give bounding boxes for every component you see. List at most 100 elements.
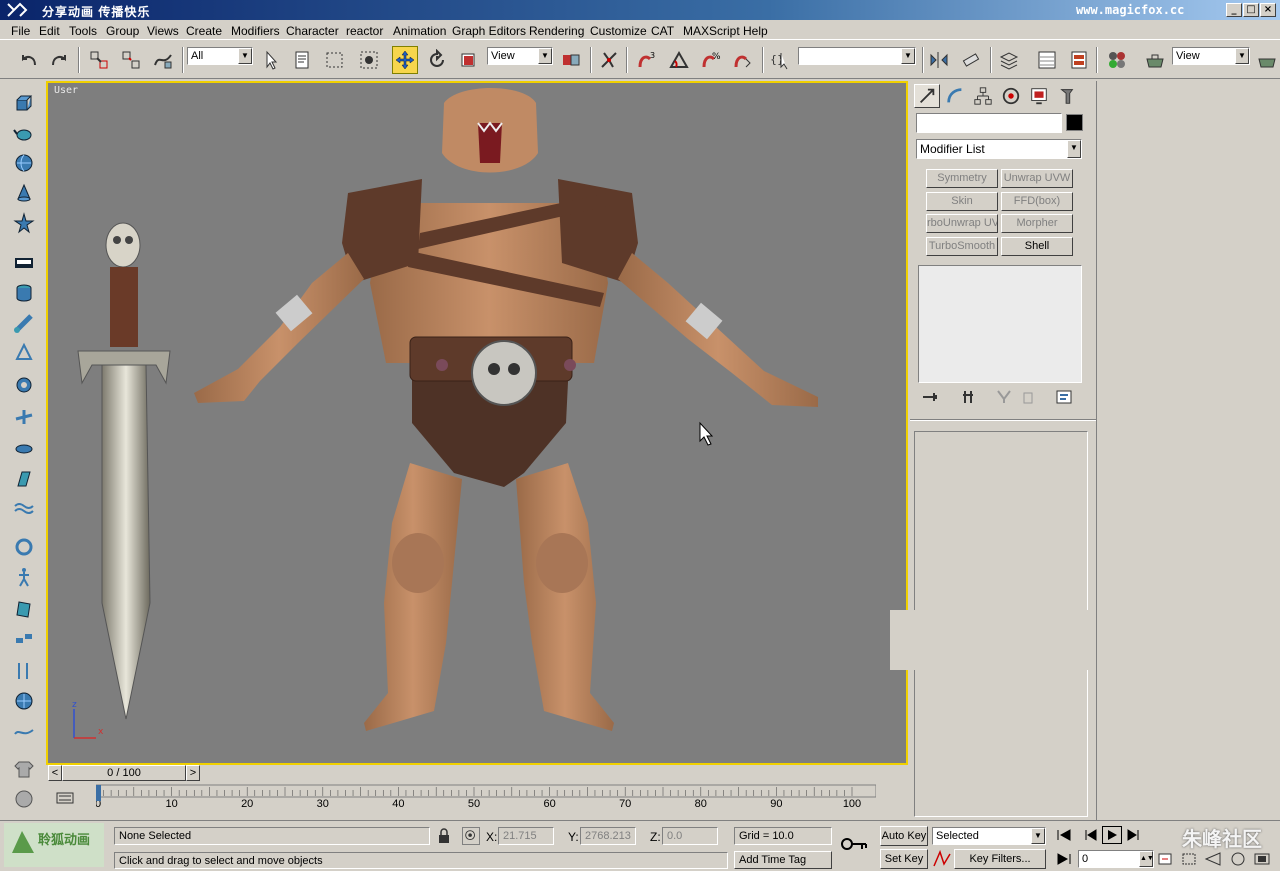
hierarchy-tab-icon[interactable] bbox=[970, 84, 996, 108]
select-object-icon[interactable] bbox=[258, 46, 284, 74]
select-and-move-icon[interactable] bbox=[392, 46, 418, 74]
curve-editor-icon[interactable] bbox=[1034, 46, 1060, 74]
menu-customize[interactable]: Customize bbox=[590, 24, 647, 38]
spotlight-icon[interactable] bbox=[10, 340, 38, 366]
go-to-end-icon[interactable] bbox=[1054, 851, 1074, 867]
shirt-icon[interactable] bbox=[10, 756, 38, 782]
menu-maxscript[interactable]: MAXScript bbox=[683, 24, 740, 38]
motion-tab-icon[interactable] bbox=[998, 84, 1024, 108]
extrude-icon[interactable] bbox=[10, 466, 38, 492]
menu-graph-editors[interactable]: Graph Editors bbox=[452, 24, 526, 38]
quick-render-icon[interactable] bbox=[1254, 46, 1280, 74]
modify-tab-icon[interactable] bbox=[942, 84, 968, 108]
key-mode-dropdown[interactable]: Selected ▼ bbox=[932, 827, 1046, 845]
menu-rendering[interactable]: Rendering bbox=[529, 24, 584, 38]
time-configuration-icon[interactable] bbox=[1156, 851, 1176, 867]
camera-icon[interactable] bbox=[10, 250, 38, 276]
wave-icon[interactable] bbox=[10, 496, 38, 522]
spline-icon[interactable] bbox=[10, 718, 38, 744]
utilities-tab-icon[interactable] bbox=[1054, 84, 1080, 108]
track-bar[interactable]: 0 10 20 30 40 50 60 70 80 90 100 bbox=[46, 783, 910, 813]
helper-gear-icon[interactable] bbox=[10, 372, 38, 398]
unlink-selection-icon[interactable] bbox=[118, 46, 144, 74]
create-tab-icon[interactable] bbox=[914, 84, 940, 108]
display-tab-icon[interactable] bbox=[1026, 84, 1052, 108]
select-and-scale-icon[interactable] bbox=[456, 46, 482, 74]
set-key-button[interactable]: Set Key bbox=[880, 849, 928, 869]
menu-cat[interactable]: CAT bbox=[651, 24, 674, 38]
pivot-point-icon[interactable] bbox=[558, 46, 584, 74]
maximize-button[interactable]: □ bbox=[1243, 3, 1259, 17]
menu-create[interactable]: Create bbox=[186, 24, 222, 38]
mini-curve-editor-icon[interactable] bbox=[54, 787, 76, 809]
select-and-manipulate-icon[interactable] bbox=[596, 46, 622, 74]
mirror-icon[interactable] bbox=[926, 46, 952, 74]
schematic-view-icon[interactable] bbox=[1066, 46, 1092, 74]
pin-stack-icon[interactable] bbox=[920, 389, 940, 405]
z-coord-field[interactable]: 0.0 bbox=[662, 827, 718, 845]
box-primitive-icon[interactable] bbox=[10, 90, 38, 116]
modifier-ffd-box-button[interactable]: FFD(box) bbox=[1001, 192, 1073, 211]
layer-manager-icon[interactable] bbox=[996, 46, 1022, 74]
current-frame-field[interactable]: 0 ▲▼ bbox=[1078, 850, 1154, 868]
dynamics-icon[interactable] bbox=[10, 688, 38, 714]
play-animation-icon[interactable] bbox=[1102, 826, 1122, 844]
auto-key-button[interactable]: Auto Key bbox=[880, 826, 928, 846]
edit-named-selection-icon[interactable]: {} bbox=[767, 46, 793, 74]
monster-character-model[interactable] bbox=[194, 88, 818, 731]
make-unique-icon[interactable] bbox=[994, 389, 1014, 405]
time-slider-thumb[interactable]: 0 / 100 bbox=[62, 765, 186, 781]
modifier-morpher-button[interactable]: Morpher bbox=[1001, 214, 1073, 233]
modifier-skin-button[interactable]: Skin bbox=[926, 192, 998, 211]
modifier-symmetry-button[interactable]: Symmetry bbox=[926, 169, 998, 188]
modifier-stack-list[interactable] bbox=[918, 265, 1082, 383]
lock-selection-icon[interactable] bbox=[437, 828, 451, 844]
render-scene-icon[interactable] bbox=[1142, 46, 1168, 74]
configure-modifier-sets-icon[interactable] bbox=[1054, 389, 1074, 405]
star-icon[interactable] bbox=[10, 210, 38, 236]
redo-icon[interactable] bbox=[46, 46, 72, 74]
object-name-field[interactable] bbox=[916, 113, 1062, 133]
material-editor-icon[interactable] bbox=[1104, 46, 1130, 74]
bind-to-space-warp-icon[interactable] bbox=[150, 46, 176, 74]
sword-model[interactable] bbox=[77, 222, 171, 720]
menu-modifiers[interactable]: Modifiers bbox=[231, 24, 280, 38]
add-time-tag-button[interactable]: Add Time Tag bbox=[734, 851, 832, 869]
plane-modifier-icon[interactable] bbox=[10, 404, 38, 430]
percent-snap-icon[interactable]: % bbox=[698, 46, 724, 74]
previous-frame-icon[interactable] bbox=[1080, 827, 1100, 843]
menu-reactor[interactable]: reactor bbox=[346, 24, 383, 38]
modifier-list-dropdown[interactable]: Modifier List ▼ bbox=[916, 139, 1082, 159]
teapot-icon[interactable] bbox=[10, 120, 38, 146]
path-icon[interactable] bbox=[10, 658, 38, 684]
snaps-toggle-icon[interactable]: 3 bbox=[634, 46, 660, 74]
next-frame-icon[interactable] bbox=[1124, 827, 1144, 843]
sphere-icon[interactable] bbox=[10, 150, 38, 176]
named-selection-dropdown[interactable]: ▼ bbox=[798, 47, 916, 65]
select-by-name-icon[interactable] bbox=[290, 46, 316, 74]
hair-icon[interactable] bbox=[10, 786, 38, 812]
spinner-snap-icon[interactable] bbox=[730, 46, 756, 74]
menu-group[interactable]: Group bbox=[106, 24, 139, 38]
modifier-unwrap-uvw-button[interactable]: Unwrap UVW bbox=[1001, 169, 1073, 188]
cone-icon[interactable] bbox=[10, 180, 38, 206]
zoom-extents-icon[interactable] bbox=[1180, 851, 1200, 867]
key-curve-icon[interactable] bbox=[932, 849, 952, 868]
window-crossing-icon[interactable] bbox=[356, 46, 382, 74]
perspective-viewport[interactable]: User z x bbox=[46, 81, 908, 765]
select-and-rotate-icon[interactable] bbox=[424, 46, 450, 74]
align-icon[interactable] bbox=[958, 46, 984, 74]
reference-coordinate-dropdown[interactable]: View ▼ bbox=[487, 47, 553, 65]
object-color-swatch[interactable] bbox=[1066, 114, 1083, 131]
cylinder-stack-icon[interactable] bbox=[10, 280, 38, 306]
biped-icon[interactable] bbox=[10, 564, 38, 590]
menu-file[interactable]: File bbox=[11, 24, 30, 38]
render-view-dropdown[interactable]: View ▼ bbox=[1172, 47, 1250, 65]
show-end-result-icon[interactable] bbox=[958, 389, 978, 405]
plane-icon[interactable] bbox=[10, 596, 38, 622]
y-coord-field[interactable]: 2768.213 bbox=[580, 827, 636, 845]
menu-edit[interactable]: Edit bbox=[39, 24, 60, 38]
maximize-viewport-icon[interactable] bbox=[1252, 851, 1272, 867]
field-of-view-icon[interactable] bbox=[1204, 851, 1224, 867]
x-coord-field[interactable]: 21.715 bbox=[498, 827, 554, 845]
